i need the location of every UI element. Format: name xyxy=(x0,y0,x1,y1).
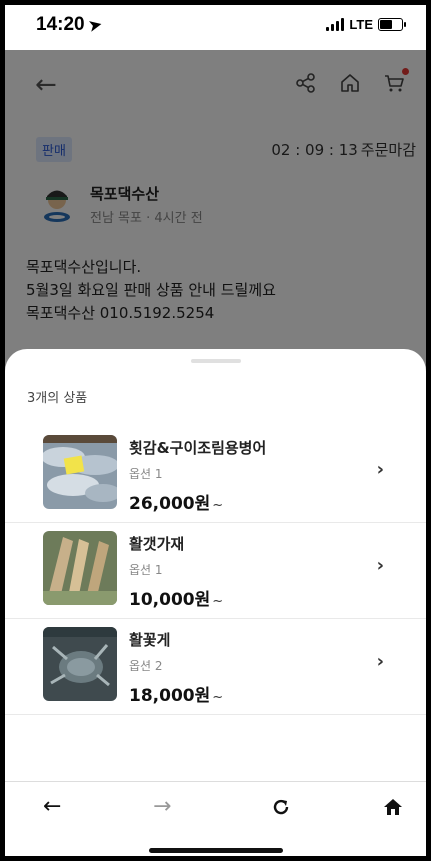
home-icon[interactable] xyxy=(383,797,403,817)
status-indicators: LTE xyxy=(326,17,406,32)
chevron-right-icon: › xyxy=(376,459,384,480)
sheet-grab-handle[interactable] xyxy=(191,359,241,363)
browser-forward-icon[interactable]: → xyxy=(153,794,171,819)
status-bar: 14:20 ➤ LTE xyxy=(0,0,431,50)
product-price: 10,000원 ~ xyxy=(129,585,223,610)
product-price: 26,000원 ~ xyxy=(129,489,223,514)
product-count: 3개의 상품 xyxy=(27,391,88,406)
location-arrow-icon: ➤ xyxy=(87,15,103,36)
battery-icon xyxy=(378,18,406,31)
status-time: 14:20 ➤ xyxy=(36,14,103,36)
product-thumbnail xyxy=(43,627,117,701)
price-value: 10,000원 xyxy=(129,590,211,610)
product-thumbnail xyxy=(43,531,117,605)
network-label: LTE xyxy=(349,17,373,32)
product-option: 옵션 1 xyxy=(129,467,163,481)
chevron-right-icon: › xyxy=(376,555,384,576)
product-name: 횟감&구이조림용병어 xyxy=(129,439,267,457)
price-suffix: ~ xyxy=(212,498,224,513)
product-name: 활갯가재 xyxy=(129,535,185,553)
product-item[interactable]: 활갯가재 옵션 1 10,000원 ~ › xyxy=(5,523,426,619)
reload-icon[interactable] xyxy=(271,797,291,817)
phone-screen: 14:20➤ LTE ← xyxy=(0,0,431,861)
browser-back-icon[interactable]: ← xyxy=(43,794,61,819)
browser-toolbar: ← → xyxy=(5,781,426,836)
price-value: 18,000원 xyxy=(129,686,211,706)
product-option: 옵션 1 xyxy=(129,563,163,577)
product-item[interactable]: 활꽃게 옵션 2 18,000원 ~ › xyxy=(5,619,426,715)
clock: 14:20 xyxy=(36,14,85,35)
product-price: 18,000원 ~ xyxy=(129,681,223,706)
home-indicator xyxy=(149,848,283,853)
price-suffix: ~ xyxy=(212,594,224,609)
product-name: 활꽃게 xyxy=(129,631,171,649)
product-thumbnail xyxy=(43,435,117,509)
chevron-right-icon: › xyxy=(376,651,384,672)
product-item[interactable]: 횟감&구이조림용병어 옵션 1 26,000원 ~ › xyxy=(5,427,426,523)
signal-icon xyxy=(326,18,345,31)
price-suffix: ~ xyxy=(212,690,224,705)
price-value: 26,000원 xyxy=(129,494,211,514)
product-option: 옵션 2 xyxy=(129,659,163,673)
